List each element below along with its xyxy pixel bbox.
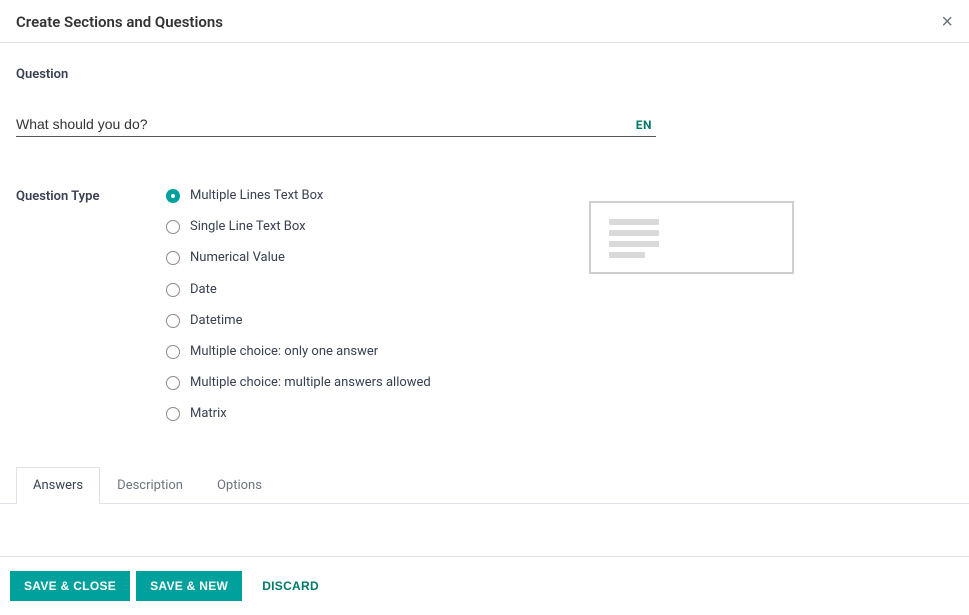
question-type-preview <box>589 201 794 274</box>
radio-mc-multiple[interactable]: Multiple choice: multiple answers allowe… <box>166 374 446 392</box>
radio-icon <box>166 251 180 265</box>
save-close-button[interactable]: SAVE & CLOSE <box>10 571 130 601</box>
modal-title: Create Sections and Questions <box>16 13 223 31</box>
radio-matrix[interactable]: Matrix <box>166 405 446 423</box>
radio-label: Multiple choice: only one answer <box>190 343 378 361</box>
preview-line-icon <box>609 219 659 225</box>
close-icon: × <box>941 11 953 33</box>
radio-label: Multiple choice: multiple answers allowe… <box>190 374 431 392</box>
question-type-row: Question Type Multiple Lines Text Box Si… <box>16 187 953 437</box>
save-new-button[interactable]: SAVE & NEW <box>136 571 242 601</box>
modal-header: Create Sections and Questions × <box>0 0 969 43</box>
radio-multiple-lines[interactable]: Multiple Lines Text Box <box>166 187 446 205</box>
radio-label: Numerical Value <box>190 249 285 267</box>
radio-label: Single Line Text Box <box>190 218 306 236</box>
radio-icon <box>166 407 180 421</box>
radio-icon <box>166 283 180 297</box>
question-input[interactable] <box>16 116 632 132</box>
radio-mc-one[interactable]: Multiple choice: only one answer <box>166 343 446 361</box>
radio-icon <box>166 220 180 234</box>
discard-button[interactable]: DISCARD <box>248 571 333 601</box>
question-type-radio-group: Multiple Lines Text Box Single Line Text… <box>166 187 446 437</box>
radio-single-line[interactable]: Single Line Text Box <box>166 218 446 236</box>
radio-icon <box>166 345 180 359</box>
radio-date[interactable]: Date <box>166 281 446 299</box>
radio-icon <box>166 314 180 328</box>
radio-numerical[interactable]: Numerical Value <box>166 249 446 267</box>
language-toggle[interactable]: EN <box>632 118 656 132</box>
question-input-row: EN <box>16 116 656 137</box>
tab-description[interactable]: Description <box>100 467 200 503</box>
radio-datetime[interactable]: Datetime <box>166 312 446 330</box>
modal-body: Question EN Question Type Multiple Lines… <box>0 43 969 504</box>
radio-label: Datetime <box>190 312 242 330</box>
radio-icon <box>166 376 180 390</box>
preview-line-icon <box>609 252 645 258</box>
radio-label: Matrix <box>190 405 227 423</box>
radio-label: Date <box>190 281 217 299</box>
close-button[interactable]: × <box>941 12 953 32</box>
question-type-label: Question Type <box>16 187 166 204</box>
radio-label: Multiple Lines Text Box <box>190 187 323 205</box>
tabs: Answers Description Options <box>0 467 969 504</box>
preview-line-icon <box>609 230 659 236</box>
tab-answers[interactable]: Answers <box>16 467 100 504</box>
question-label: Question <box>16 67 953 82</box>
tab-options[interactable]: Options <box>200 467 279 503</box>
modal-footer: SAVE & CLOSE SAVE & NEW DISCARD <box>0 556 969 615</box>
radio-icon <box>166 189 180 203</box>
preview-line-icon <box>609 241 659 247</box>
